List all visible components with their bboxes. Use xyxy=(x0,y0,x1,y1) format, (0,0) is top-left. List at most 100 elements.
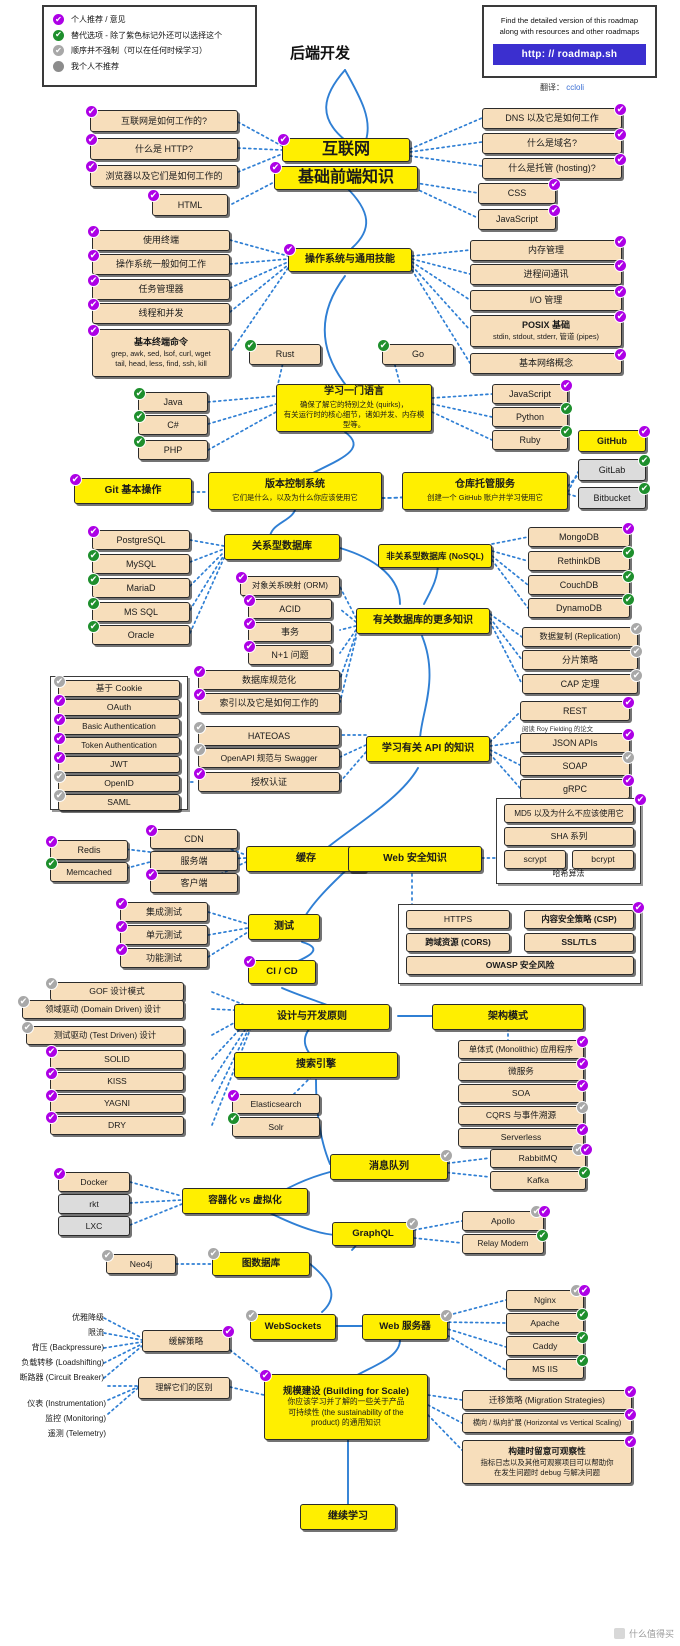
node-observability[interactable]: ✔ 构建时留意可观察性 指标日志以及其他可观察项目可以帮助你 在发生问题时 de… xyxy=(462,1435,637,1484)
node-jwt[interactable]: ✔ JWT xyxy=(53,751,180,773)
node-soa[interactable]: ✔ SOA xyxy=(458,1079,589,1103)
node-websockets[interactable]: ✔ WebSockets xyxy=(245,1309,336,1340)
node-python[interactable]: ✔ Python xyxy=(492,402,573,427)
node-nginx[interactable]: ✔ ✔ Nginx xyxy=(506,1284,591,1310)
node-mongodb[interactable]: ✔ MongoDB xyxy=(528,522,635,547)
node-elasticsearch[interactable]: ✔ Elasticsearch xyxy=(227,1089,320,1114)
node-dns[interactable]: ✔ DNS 以及它是如何工作 xyxy=(482,103,627,129)
node-internet[interactable]: ✔ 互联网 xyxy=(277,133,410,162)
node-cap-theorem[interactable]: ✔ CAP 定理 xyxy=(522,669,643,694)
node-redis[interactable]: ✔ Redis xyxy=(45,835,128,860)
node-kiss[interactable]: ✔ KISS xyxy=(45,1067,184,1091)
node-javascript-lang[interactable]: ✔ JavaScript xyxy=(492,379,573,404)
node-mariadb[interactable]: ✔ MariaD xyxy=(87,573,190,598)
node-web-server[interactable]: ✔ Web 服务器 xyxy=(362,1309,453,1340)
node-web-security[interactable]: Web 安全知识 xyxy=(348,846,482,872)
node-scaling[interactable]: ✔ 横向 / 纵向扩展 (Horizontal vs Vertical Scal… xyxy=(462,1408,637,1433)
node-dynamodb[interactable]: ✔ DynamoDB xyxy=(528,593,635,618)
node-relay-modern[interactable]: ✔ Relay Modern xyxy=(462,1229,549,1254)
node-kafka[interactable]: ✔ Kafka xyxy=(490,1166,591,1190)
node-transactions[interactable]: ✔ 事务 xyxy=(243,617,332,642)
node-rabbitmq[interactable]: ✔ ✔ RabbitMQ xyxy=(490,1143,593,1168)
node-search-engine[interactable]: 搜索引擎 xyxy=(234,1052,398,1078)
node-solr[interactable]: ✔ Solr xyxy=(227,1112,320,1137)
node-networking-basics[interactable]: ✔ 基本网络概念 xyxy=(470,348,627,374)
node-owasp[interactable]: OWASP 安全风险 xyxy=(406,956,634,975)
node-mysql[interactable]: ✔ MySQL xyxy=(87,549,190,574)
roadmap-url-button[interactable]: http: // roadmap.sh xyxy=(493,43,646,65)
node-scrypt[interactable]: scrypt xyxy=(504,850,566,869)
node-message-queue[interactable]: ✔ 消息队列 xyxy=(330,1149,453,1180)
node-graphql[interactable]: ✔ GraphQL xyxy=(332,1217,419,1246)
node-token-auth[interactable]: ✔ Token Authentication xyxy=(53,732,180,754)
node-integration-test[interactable]: ✔ 集成测试 xyxy=(115,897,208,922)
node-design-dev-principles[interactable]: 设计与开发原则 xyxy=(234,1004,390,1030)
node-sharding[interactable]: ✔ 分片策略 xyxy=(522,645,643,670)
node-hateoas[interactable]: ✔ HATEOAS xyxy=(193,721,340,746)
node-n-plus-one[interactable]: ✔ N+1 问题 xyxy=(243,640,332,665)
node-bitbucket[interactable]: ✔ Bitbucket xyxy=(578,482,651,509)
node-learn-a-language[interactable]: 学习一门语言 确保了解它的特别之处 (quirks)， 有关运行时的核心细节，诸… xyxy=(276,384,432,432)
node-saml[interactable]: ✔ SAML xyxy=(53,789,180,811)
node-serverless[interactable]: ✔ Serverless xyxy=(458,1123,589,1147)
node-orm[interactable]: ✔ 对象关系映射 (ORM) xyxy=(235,571,340,596)
node-mitigation-strategies[interactable]: ✔ 缓解策略 xyxy=(142,1325,235,1352)
node-rdbms[interactable]: 关系型数据库 xyxy=(224,534,340,560)
node-cdn[interactable]: ✔ CDN xyxy=(145,824,238,849)
node-solid[interactable]: ✔ SOLID xyxy=(45,1045,184,1069)
node-cookie-based[interactable]: ✔ 基于 Cookie xyxy=(53,675,180,697)
node-ms-iis[interactable]: ✔ MS IIS xyxy=(506,1354,589,1379)
node-learn-api[interactable]: 学习有关 API 的知识 xyxy=(366,736,490,762)
node-dry[interactable]: ✔ DRY xyxy=(45,1111,184,1135)
node-what-is-http[interactable]: ✔ 什么是 HTTP? xyxy=(85,133,238,160)
node-os-skills[interactable]: ✔ 操作系统与通用技能 xyxy=(283,243,412,272)
node-building-for-scale[interactable]: ✔ 规模建设 (Building for Scale) 你应该学习并了解的一些关… xyxy=(259,1369,428,1440)
node-microservices[interactable]: ✔ 微服务 xyxy=(458,1057,589,1081)
node-docker[interactable]: ✔ Docker xyxy=(53,1167,130,1192)
node-gof[interactable]: ✔ GOF 设计模式 xyxy=(45,977,184,1001)
node-understand-difference[interactable]: 理解它们的区别 xyxy=(138,1377,230,1399)
node-ci-cd[interactable]: ✔ CI / CD xyxy=(243,955,316,984)
node-postgresql[interactable]: ✔ PostgreSQL xyxy=(87,525,190,550)
node-csp[interactable]: ✔ 内容安全策略 (CSP) xyxy=(524,901,645,929)
node-json-apis[interactable]: ✔ JSON APIs xyxy=(520,728,635,753)
node-lxc[interactable]: LXC xyxy=(58,1216,130,1236)
node-md5[interactable]: ✔ MD5 以及为什么不应该使用它 xyxy=(504,793,647,823)
node-db-normalization[interactable]: ✔ 数据库规范化 xyxy=(193,665,340,690)
node-graph-database[interactable]: ✔ 图数据库 xyxy=(207,1247,310,1276)
node-keep-learning[interactable]: 继续学习 xyxy=(300,1504,396,1530)
node-couchdb[interactable]: ✔ CouchDB xyxy=(528,570,635,595)
node-nosql[interactable]: 非关系型数据库 (NoSQL) xyxy=(378,544,492,568)
node-basic-auth[interactable]: ✔ Basic Authentication xyxy=(53,713,180,735)
node-replication[interactable]: ✔ 数据复制 (Replication) xyxy=(522,622,643,647)
node-java[interactable]: ✔ Java xyxy=(133,387,208,412)
node-grpc[interactable]: ✔ gRPC xyxy=(520,774,635,799)
node-https[interactable]: HTTPS xyxy=(406,910,510,929)
node-hosting[interactable]: ✔ 什么是托管 (hosting)? xyxy=(482,153,627,179)
node-apache[interactable]: ✔ Apache xyxy=(506,1308,589,1333)
node-how-internet-works[interactable]: ✔ 互联网是如何工作的? xyxy=(85,105,238,132)
node-css[interactable]: ✔ CSS xyxy=(478,178,561,204)
node-unit-test[interactable]: ✔ 单元测试 xyxy=(115,920,208,945)
node-acid[interactable]: ✔ ACID xyxy=(243,594,332,619)
node-domain-name[interactable]: ✔ 什么是域名? xyxy=(482,128,627,154)
node-terminal-usage[interactable]: ✔ 使用终端 xyxy=(87,225,230,251)
node-cqrs[interactable]: ✔ CQRS 与事件溯源 xyxy=(458,1101,589,1125)
node-monolithic[interactable]: ✔ 单体式 (Monolithic) 应用程序 xyxy=(458,1035,589,1059)
node-cors[interactable]: 跨域资源 (CORS) xyxy=(406,933,510,952)
node-os-general[interactable]: ✔ 操作系统一般如何工作 xyxy=(87,249,230,275)
node-indexes[interactable]: ✔ 索引以及它是如何工作的 xyxy=(193,688,340,713)
node-rkt[interactable]: rkt xyxy=(58,1194,130,1214)
node-yagni[interactable]: ✔ YAGNI xyxy=(45,1089,184,1113)
node-javascript-frontend[interactable]: ✔ JavaScript xyxy=(478,204,561,230)
node-io-management[interactable]: ✔ I/O 管理 xyxy=(470,285,627,311)
node-html[interactable]: ✔ HTML xyxy=(147,189,228,216)
node-ruby[interactable]: ✔ Ruby xyxy=(492,425,573,450)
node-memcached[interactable]: ✔ Memcached xyxy=(45,857,128,882)
node-oauth[interactable]: ✔ OAuth xyxy=(53,694,180,716)
node-soap[interactable]: ✔ SOAP xyxy=(520,751,635,776)
node-more-db-knowledge[interactable]: 有关数据库的更多知识 xyxy=(356,608,490,634)
node-threads[interactable]: ✔ 线程和并发 xyxy=(87,298,230,324)
node-go[interactable]: ✔ Go xyxy=(377,339,454,365)
node-openid[interactable]: ✔ OpenID xyxy=(53,770,180,792)
